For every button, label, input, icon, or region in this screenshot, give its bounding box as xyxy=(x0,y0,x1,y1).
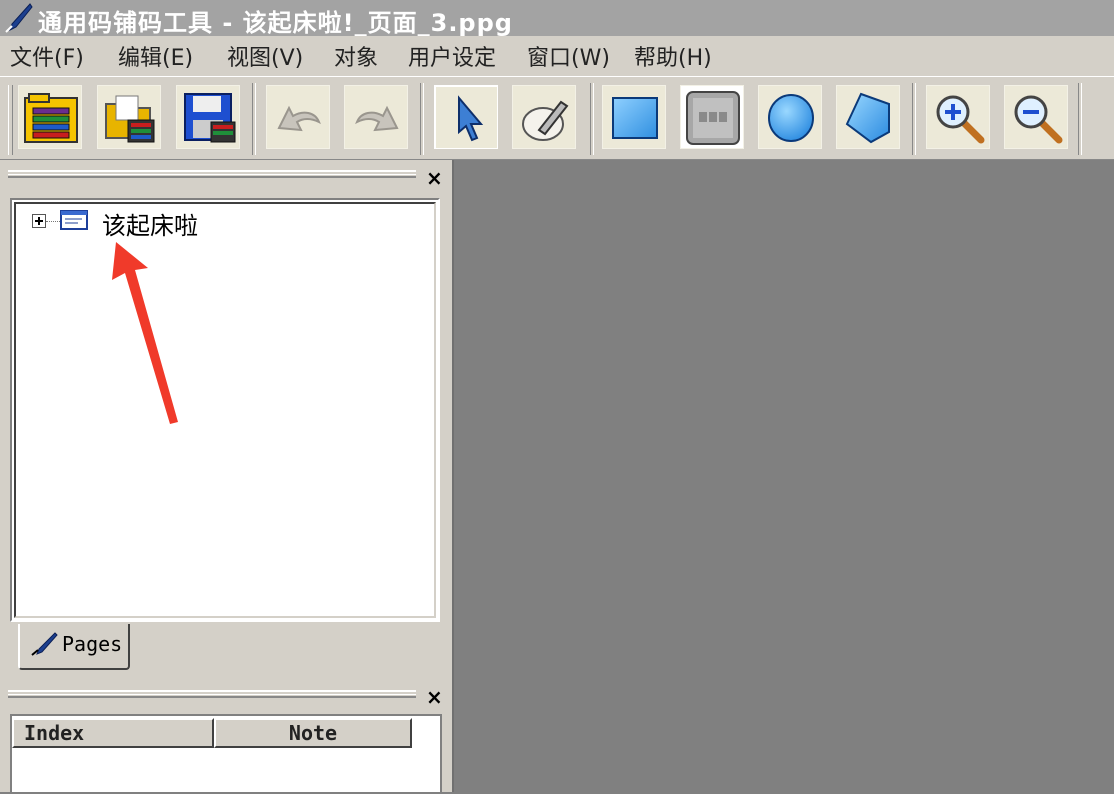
zoom-in-icon xyxy=(936,95,985,144)
tab-pages[interactable]: Pages xyxy=(18,624,130,670)
open-file-button[interactable] xyxy=(97,85,161,149)
new-file-icon xyxy=(24,93,78,143)
polygon-icon xyxy=(845,92,890,144)
pages-tree-inner: 该起床啦 xyxy=(14,202,436,618)
title-bar: 通用码铺码工具 - 该起床啦!_页面_3.ppg xyxy=(0,0,1114,37)
menu-window[interactable]: 窗口(W) xyxy=(527,40,610,72)
pen-tool-button[interactable] xyxy=(512,85,576,149)
tree-connector xyxy=(46,221,60,222)
notes-panel-close-button[interactable]: × xyxy=(426,687,443,707)
redo-icon xyxy=(355,105,399,132)
menu-edit[interactable]: 编辑(E) xyxy=(118,40,193,72)
polygon-tool-button[interactable] xyxy=(836,85,900,149)
save-button[interactable] xyxy=(176,85,240,149)
zoom-out-button[interactable] xyxy=(1004,85,1068,149)
select-arrow-icon xyxy=(458,95,484,142)
pages-panel-close-button[interactable]: × xyxy=(426,168,443,188)
menu-object[interactable]: 对象 xyxy=(334,40,378,72)
toolbar-separator xyxy=(420,83,424,155)
window-title: 通用码铺码工具 - 该起床啦!_页面_3.ppg xyxy=(38,9,513,37)
menu-user-settings[interactable]: 用户设定 xyxy=(408,40,496,72)
zoom-out-icon xyxy=(1014,95,1063,144)
column-header-note[interactable]: Note xyxy=(214,718,412,748)
menu-bar: 文件(F) 编辑(E) 视图(V) 对象 用户设定 窗口(W) 帮助(H) xyxy=(0,36,1114,76)
canvas-workspace[interactable] xyxy=(454,160,1114,792)
notes-grid[interactable]: Index Note xyxy=(10,714,442,794)
save-disk-icon xyxy=(184,93,236,143)
image-placeholder-icon xyxy=(686,91,740,145)
column-header-index[interactable]: Index xyxy=(12,718,214,748)
menu-view[interactable]: 视图(V) xyxy=(227,40,303,72)
undo-icon xyxy=(277,105,321,132)
quill-pen-icon xyxy=(5,3,33,33)
select-tool-button[interactable] xyxy=(434,85,498,149)
menu-help[interactable]: 帮助(H) xyxy=(634,40,712,72)
image-tool-button[interactable] xyxy=(680,85,744,149)
toolbar-separator xyxy=(252,83,256,155)
toolbar-grip[interactable] xyxy=(8,85,13,155)
toolbar-separator xyxy=(590,83,594,155)
new-file-button[interactable] xyxy=(18,85,82,149)
annotation-arrow xyxy=(112,242,178,424)
expand-node-icon[interactable] xyxy=(32,214,46,228)
redo-button[interactable] xyxy=(344,85,408,149)
page-node-icon xyxy=(60,210,88,230)
rectangle-icon xyxy=(612,97,658,139)
undo-button[interactable] xyxy=(266,85,330,149)
rectangle-tool-button[interactable] xyxy=(602,85,666,149)
menu-file[interactable]: 文件(F) xyxy=(10,40,84,72)
notes-panel-header[interactable] xyxy=(8,690,416,698)
ellipse-icon xyxy=(768,94,814,142)
quill-pen-icon xyxy=(31,632,58,656)
ellipse-tool-button[interactable] xyxy=(758,85,822,149)
pen-tool-icon xyxy=(522,100,569,141)
open-folder-icon xyxy=(105,95,155,143)
pages-panel-header[interactable] xyxy=(8,170,416,178)
zoom-in-button[interactable] xyxy=(926,85,990,149)
pages-tree-view[interactable]: 该起床啦 xyxy=(10,198,440,622)
tree-node-root-label[interactable]: 该起床啦 xyxy=(102,206,198,241)
left-dock-panel: × 该起床啦 Pages × Index Note xyxy=(0,160,454,794)
toolbar xyxy=(0,76,1114,160)
toolbar-separator xyxy=(1078,83,1082,155)
toolbar-separator xyxy=(912,83,916,155)
tab-pages-label: Pages xyxy=(62,632,123,656)
